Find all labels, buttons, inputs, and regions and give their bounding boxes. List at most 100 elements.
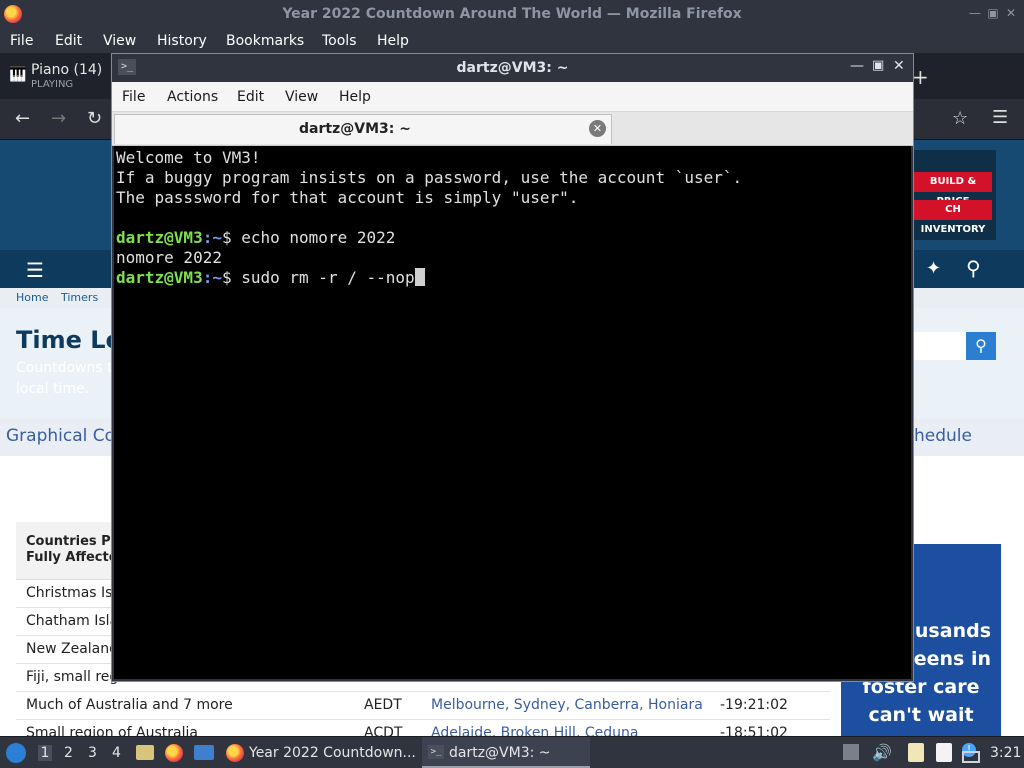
back-icon[interactable]: ← <box>15 108 30 129</box>
menu-file[interactable]: File <box>10 33 33 49</box>
workspace-4[interactable]: 4 <box>112 745 121 761</box>
ad-banner: BUILD & PRICE CH INVENTORY <box>912 150 996 240</box>
minimize-icon[interactable]: — <box>968 6 982 20</box>
workspace-1[interactable]: 1 <box>38 745 52 761</box>
piano-icon: 🎹 <box>9 67 27 83</box>
terminal-tabbar: dartz@VM3: ~ ✕ <box>112 112 913 146</box>
bookmark-star-icon[interactable]: ☆ <box>952 108 968 129</box>
prompt-user: dartz@VM3 <box>116 268 203 287</box>
close-icon[interactable]: ✕ <box>1004 6 1018 20</box>
menu-bookmarks[interactable]: Bookmarks <box>226 33 304 49</box>
terminal-close-icon[interactable]: ✕ <box>893 58 905 74</box>
terminal-window-title: dartz@VM3: ~ <box>456 60 569 76</box>
row-country: Small region of Australia <box>26 725 198 736</box>
terminal-prompt-line: dartz@VM3:~$ echo nomore 2022 <box>116 228 395 247</box>
menu-history[interactable]: History <box>157 33 207 49</box>
row-zone: AEDT <box>364 697 402 713</box>
terminal-tab-close-icon[interactable]: ✕ <box>589 120 606 137</box>
row-country: New Zealand <box>26 641 118 657</box>
row-cities[interactable]: Adelaide, Broken Hill, Ceduna <box>431 725 638 736</box>
terminal-prompt-line: dartz@VM3:~$ sudo rm -r / --nop <box>116 268 425 287</box>
terminal-tab-title: dartz@VM3: ~ <box>299 121 411 137</box>
taskbar-task-firefox[interactable]: Year 2022 Countdown... <box>222 737 417 768</box>
row-country: Fiji, small regi <box>26 669 123 685</box>
taskbar-task-terminal[interactable]: >_ dartz@VM3: ~ <box>422 737 590 768</box>
row-country: Much of Australia and 7 more <box>26 697 233 713</box>
task-label: dartz@VM3: ~ <box>449 745 551 761</box>
terminal-line: nomore 2022 <box>116 248 222 267</box>
breadcrumb-home[interactable]: Home <box>16 291 48 304</box>
row-time: -19:21:02 <box>720 697 788 713</box>
site-search-button[interactable]: ⚲ <box>966 332 996 360</box>
reload-icon[interactable]: ↻ <box>87 108 102 129</box>
workspace-2[interactable]: 2 <box>64 745 73 761</box>
notes-icon[interactable] <box>936 743 952 762</box>
row-cities[interactable]: Melbourne, Sydney, Canberra, Honiara <box>431 697 703 713</box>
network-icon[interactable] <box>962 751 980 763</box>
page-title: Time Le <box>16 326 122 354</box>
row-time: -18:51:02 <box>720 725 788 736</box>
eject-icon[interactable] <box>843 744 859 760</box>
file-manager-icon[interactable] <box>136 745 154 760</box>
show-desktop-icon[interactable] <box>194 745 214 760</box>
firefox-window-title: Year 2022 Countdown Around The World — M… <box>282 6 742 22</box>
row-zone: ACDT <box>364 725 403 736</box>
table-row: Small region of Australia ACDT Adelaide,… <box>16 720 830 736</box>
forward-icon[interactable]: → <box>51 108 66 129</box>
terminal-screen[interactable]: Welcome to VM3! If a buggy program insis… <box>114 146 911 679</box>
terminal-window[interactable]: >_ dartz@VM3: ~ — ▣ ✕ File Actions Edit … <box>111 53 914 682</box>
prompt-path: :~ <box>202 228 222 247</box>
prompt-dollar: $ <box>221 228 232 247</box>
clipboard-icon[interactable] <box>908 743 924 762</box>
command-text: echo nomore 2022 <box>231 228 396 247</box>
menu-tools[interactable]: Tools <box>322 33 357 49</box>
new-tab-icon[interactable]: + <box>912 65 929 89</box>
terminal-tab[interactable]: dartz@VM3: ~ ✕ <box>114 114 612 144</box>
terminal-menu-help[interactable]: Help <box>339 89 371 105</box>
media-tab-status: PLAYING <box>31 79 74 90</box>
terminal-line: If a buggy program insists on a password… <box>116 168 743 187</box>
command-text: sudo rm -r / --nop <box>231 268 415 287</box>
side-ad-line: can't wait <box>868 704 974 726</box>
menu-view[interactable]: View <box>103 33 136 49</box>
prompt-user: dartz@VM3 <box>116 228 203 247</box>
terminal-minimize-icon[interactable]: — <box>850 58 864 74</box>
terminal-menu-file[interactable]: File <box>122 89 145 105</box>
breadcrumb-timers[interactable]: Timers <box>61 291 98 304</box>
terminal-menubar: File Actions Edit View Help <box>112 82 913 112</box>
schedule-link[interactable]: hedule <box>914 426 972 446</box>
page-subtitle-line1: Countdowns to <box>16 360 122 376</box>
terminal-cursor <box>414 268 425 286</box>
table-row: Much of Australia and 7 more AEDT Melbou… <box>16 692 830 720</box>
ad-inventory-button[interactable]: CH INVENTORY <box>914 200 992 235</box>
nav-menu-icon[interactable]: ☰ <box>26 258 44 282</box>
volume-icon[interactable]: 🔊 <box>872 743 892 762</box>
menu-help[interactable]: Help <box>377 33 409 49</box>
workspace-3[interactable]: 3 <box>88 745 97 761</box>
firefox-launcher-icon[interactable] <box>165 744 183 762</box>
terminal-titlebar[interactable]: >_ dartz@VM3: ~ — ▣ ✕ <box>112 54 913 82</box>
clock[interactable]: 3:21 <box>990 745 1021 761</box>
terminal-menu-view[interactable]: View <box>285 89 318 105</box>
graphical-link[interactable]: Graphical Co <box>6 426 115 446</box>
terminal-maximize-icon[interactable]: ▣ <box>872 58 884 73</box>
terminal-line: The passsword for that account is simply… <box>116 188 579 207</box>
media-tab[interactable]: 🎹 Piano (14) PLAYING <box>0 53 111 99</box>
prompt-dollar: $ <box>221 268 232 287</box>
maximize-icon[interactable]: ▣ <box>986 6 1000 20</box>
start-menu-icon[interactable] <box>6 743 26 763</box>
media-tab-title: Piano (14) <box>31 62 103 78</box>
task-label: Year 2022 Countdown... <box>249 745 416 761</box>
hamburger-menu-icon[interactable]: ☰ <box>992 107 1008 128</box>
share-icon[interactable]: ✦ <box>926 258 941 279</box>
search-icon[interactable]: ⚲ <box>966 256 981 280</box>
taskbar: 1 2 3 4 Year 2022 Countdown... >_ dartz@… <box>0 736 1024 768</box>
prompt-path: :~ <box>202 268 222 287</box>
firefox-task-icon <box>226 744 244 762</box>
site-search-input[interactable] <box>912 332 966 360</box>
terminal-menu-edit[interactable]: Edit <box>237 89 264 105</box>
menu-edit[interactable]: Edit <box>55 33 82 49</box>
ad-build-price-button[interactable]: BUILD & PRICE <box>914 172 992 207</box>
terminal-menu-actions[interactable]: Actions <box>167 89 218 105</box>
firefox-titlebar: Year 2022 Countdown Around The World — M… <box>0 0 1024 29</box>
